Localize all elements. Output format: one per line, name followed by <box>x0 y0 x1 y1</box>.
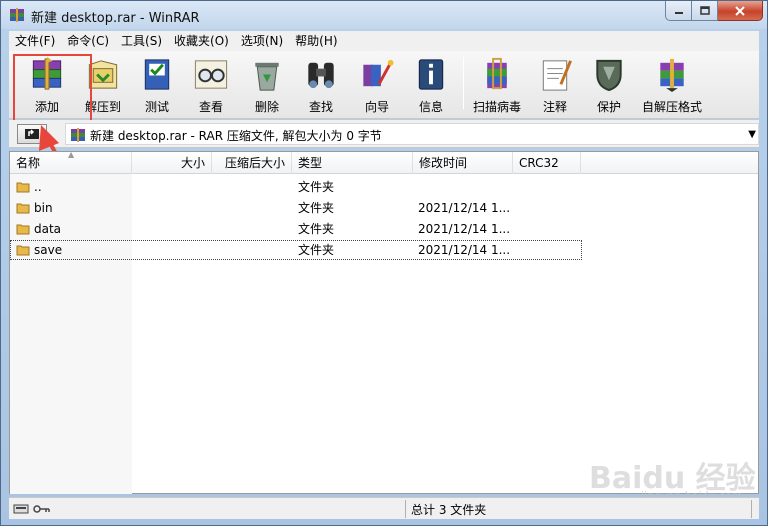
column-packed[interactable]: 压缩后大小 <box>212 152 292 174</box>
file-name: .. <box>34 180 42 194</box>
file-type: 文件夹 <box>298 180 335 194</box>
file-type: 文件夹 <box>298 243 335 257</box>
folder-icon <box>16 245 30 256</box>
folder-icon <box>16 203 30 214</box>
status-divider <box>751 500 752 518</box>
column-modified[interactable]: 修改时间 <box>413 152 513 174</box>
file-name: bin <box>34 201 53 215</box>
file-row-selected[interactable]: save 文件夹 2021/12/14 1... <box>10 240 582 260</box>
folder-icon <box>16 182 30 193</box>
column-headers: 名称 大小 压缩后大小 类型 修改时间 CRC32 <box>10 152 758 174</box>
file-modified: 2021/12/14 1... <box>418 222 511 236</box>
file-row[interactable]: data 文件夹 2021/12/14 1... <box>10 219 582 239</box>
file-modified: 2021/12/14 1... <box>418 201 511 215</box>
file-row[interactable]: .. 文件夹 <box>10 177 582 197</box>
file-name: save <box>34 243 63 257</box>
status-summary: 总计 3 文件夹 <box>411 503 487 517</box>
file-type: 文件夹 <box>298 222 335 236</box>
folder-icon <box>16 224 30 235</box>
column-type[interactable]: 类型 <box>292 152 413 174</box>
sort-arrow-icon: ▲ <box>68 150 75 159</box>
file-modified: 2021/12/14 1... <box>418 243 511 257</box>
file-list[interactable]: 名称 大小 压缩后大小 类型 修改时间 CRC32 ▲ .. 文件夹 bin 文… <box>9 150 759 494</box>
column-size[interactable]: 大小 <box>132 152 212 174</box>
column-crc[interactable]: CRC32 <box>513 152 581 174</box>
drive-key-icon[interactable] <box>13 503 51 515</box>
file-row[interactable]: bin 文件夹 2021/12/14 1... <box>10 198 582 218</box>
status-divider <box>405 500 406 518</box>
file-type: 文件夹 <box>298 201 335 215</box>
file-name: data <box>34 222 62 236</box>
winrar-window: 新建 desktop.rar - WinRAR 文件(F) 命令(C) 工具(S… <box>0 0 768 526</box>
status-bar: 总计 3 文件夹 <box>9 497 759 519</box>
